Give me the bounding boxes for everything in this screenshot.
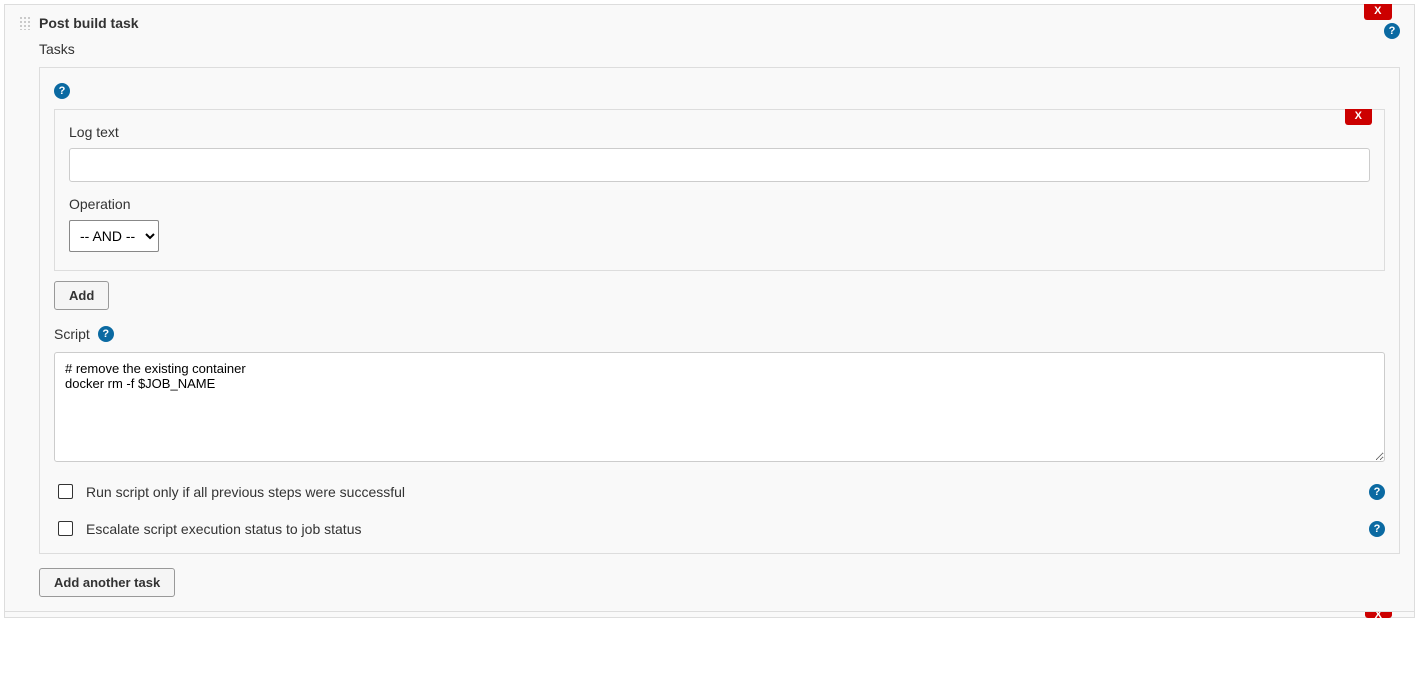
escalate-label: Escalate script execution status to job … (86, 521, 361, 537)
escalate-checkbox[interactable] (58, 521, 73, 536)
help-icon[interactable]: ? (1369, 521, 1385, 537)
add-another-task-button[interactable]: Add another task (39, 568, 175, 597)
panel-header: Post build task (19, 15, 1400, 31)
tasks-label: Tasks (39, 41, 1400, 57)
close-next-panel-button[interactable]: X (1365, 612, 1392, 618)
help-icon[interactable]: ? (98, 326, 114, 342)
help-icon[interactable]: ? (1369, 484, 1385, 500)
log-operation-block: X Log text Operation -- AND -- (54, 109, 1385, 271)
close-panel-button[interactable]: X (1364, 4, 1392, 20)
script-textarea[interactable] (54, 352, 1385, 462)
operation-select[interactable]: -- AND -- (69, 220, 159, 252)
log-text-input[interactable] (69, 148, 1370, 182)
help-icon[interactable]: ? (1384, 23, 1400, 39)
operation-label: Operation (69, 196, 1370, 212)
task-block: ? X Log text Operation -- AND -- Add Scr… (39, 67, 1400, 554)
next-panel-peek: X (4, 612, 1415, 618)
close-log-block-button[interactable]: X (1345, 109, 1372, 125)
panel-title: Post build task (39, 15, 139, 31)
help-icon[interactable]: ? (54, 83, 70, 99)
add-button[interactable]: Add (54, 281, 109, 310)
log-text-label: Log text (69, 124, 1370, 140)
post-build-task-panel: X ? Post build task Tasks ? X Log text O… (4, 4, 1415, 612)
run-if-success-checkbox[interactable] (58, 484, 73, 499)
run-if-success-label: Run script only if all previous steps we… (86, 484, 405, 500)
drag-handle-icon[interactable] (19, 16, 31, 30)
script-label: Script (54, 326, 90, 342)
